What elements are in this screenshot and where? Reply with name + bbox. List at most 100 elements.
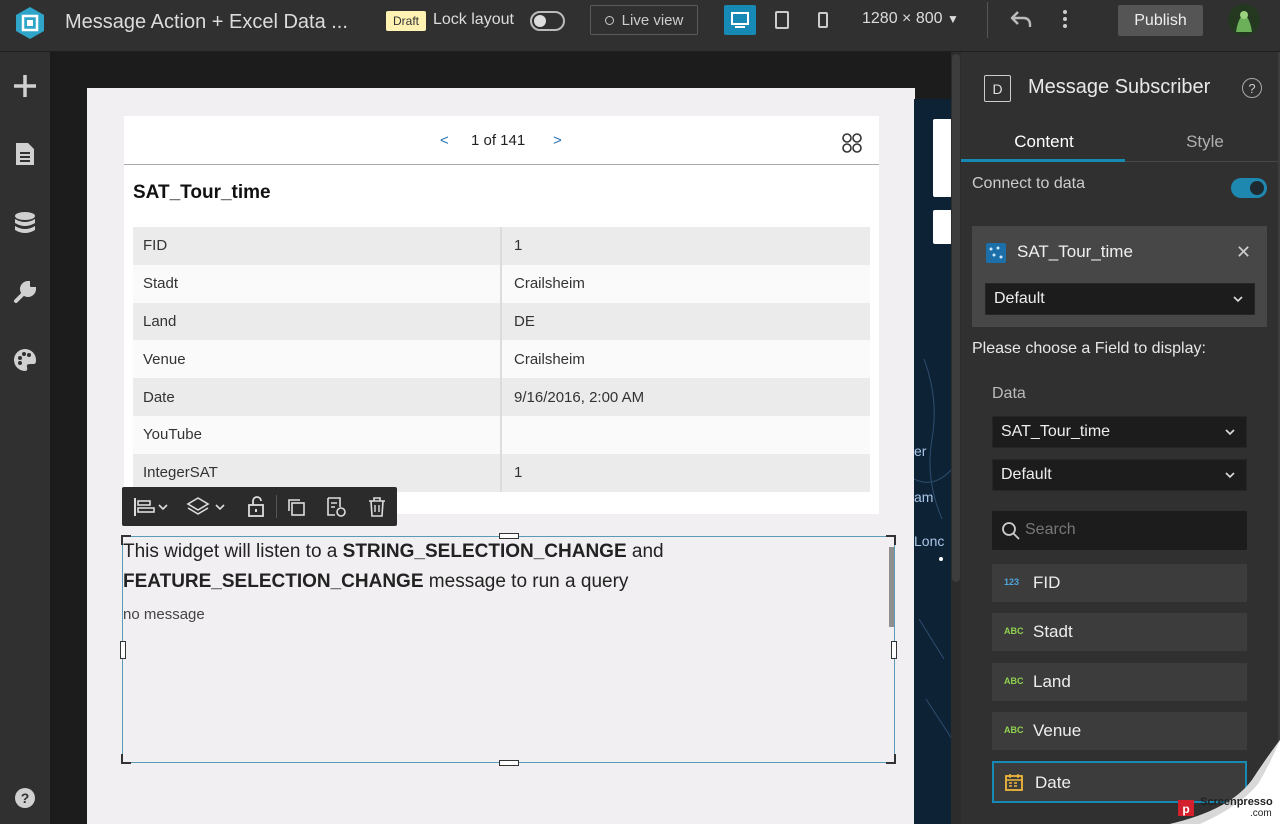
widget-toolbar [122, 487, 397, 526]
map-widget[interactable]: er am Lonc [914, 99, 952, 824]
delete-button[interactable] [366, 495, 388, 519]
live-view-button[interactable]: Live view [590, 5, 698, 35]
save-template-icon [327, 497, 346, 517]
attribute-value: Crailsheim [514, 350, 585, 368]
app-title[interactable]: Message Action + Excel Data ... [65, 11, 348, 34]
add-widget-icon[interactable] [11, 72, 39, 100]
resize-handle[interactable] [121, 754, 131, 764]
table-row: Stadt Crailsheim [133, 264, 870, 303]
publish-button[interactable]: Publish [1118, 5, 1203, 36]
resize-handle[interactable] [886, 754, 896, 764]
duplicate-icon [288, 499, 305, 516]
tab-style[interactable]: Style [1125, 132, 1280, 152]
resolution-select[interactable]: 1280 × 800 ▼ [862, 10, 959, 28]
unlock-button[interactable] [245, 495, 267, 519]
resize-handle[interactable] [121, 535, 131, 545]
message-type-string: STRING_SELECTION_CHANGE [342, 541, 627, 562]
attribute-value: 1 [514, 237, 523, 255]
field-item-land[interactable]: ABC Land [992, 663, 1247, 701]
desktop-view-button[interactable] [724, 5, 756, 35]
app-logo-icon[interactable] [12, 5, 48, 41]
connect-to-data-toggle[interactable] [1231, 178, 1267, 198]
layers-icon [186, 497, 225, 515]
resize-handle[interactable] [891, 641, 897, 659]
tools-icon[interactable] [11, 278, 39, 306]
data-view-select[interactable]: Default [992, 459, 1247, 491]
caret-down-icon: ▼ [946, 12, 959, 26]
select-value: SAT_Tour_time [1001, 423, 1111, 440]
theme-palette-icon[interactable] [11, 346, 39, 374]
map-home-button[interactable] [933, 210, 952, 244]
field-name: Stadt [1033, 622, 1073, 641]
lock-layout-label: Lock layout [433, 11, 514, 28]
trash-icon [369, 497, 385, 517]
resize-handle[interactable] [499, 533, 519, 539]
widget-type-icon: D [984, 75, 1011, 102]
previous-feature-button[interactable]: < [440, 132, 449, 149]
desktop-icon [731, 12, 749, 28]
mobile-icon [818, 12, 828, 28]
feature-info-widget[interactable]: < 1 of 141 > SAT_Tour_time FID 1 Stadt Cra… [124, 116, 879, 514]
user-avatar[interactable] [1228, 4, 1260, 36]
field-name: Venue [1033, 721, 1082, 740]
attribute-value: Crailsheim [514, 275, 585, 293]
resize-handle[interactable] [886, 535, 896, 545]
resize-handle[interactable] [120, 641, 126, 659]
table-row: FID 1 [133, 227, 870, 265]
active-tab-indicator [961, 159, 1125, 162]
tab-content[interactable]: Content [964, 132, 1124, 152]
more-options-icon[interactable] [1058, 8, 1072, 35]
tablet-view-button[interactable] [766, 5, 798, 35]
attribute-table: FID 1 Stadt Crailsheim Land DE Venue Crailsh… [133, 227, 870, 492]
chevron-down-icon [1225, 429, 1235, 436]
resize-handle[interactable] [499, 760, 519, 766]
select-value: Default [1001, 466, 1052, 483]
close-icon[interactable]: ✕ [1236, 242, 1251, 263]
feature-title: SAT_Tour_time [133, 182, 271, 203]
attribute-key: YouTube [133, 415, 502, 454]
lock-layout-toggle[interactable] [530, 11, 565, 31]
scrollbar-thumb[interactable] [952, 54, 960, 582]
attribute-value: 1 [514, 464, 523, 482]
save-template-button[interactable] [325, 495, 347, 519]
align-button[interactable] [132, 495, 170, 519]
field-search-input[interactable]: Search [992, 511, 1247, 550]
next-feature-button[interactable]: > [553, 132, 562, 149]
description-text: and [626, 541, 664, 562]
map-zoom-control[interactable] [933, 119, 952, 197]
map-label: Lonc [914, 533, 945, 549]
svg-text:p: p [1182, 802, 1189, 816]
list-view-icon[interactable] [841, 132, 863, 159]
attribute-key: Land [133, 302, 502, 341]
table-row: Date 9/16/2016, 2:00 AM [133, 378, 870, 416]
help-icon[interactable]: ? [1242, 78, 1262, 98]
string-field-icon: ABC [1004, 676, 1024, 686]
help-icon[interactable]: ? [11, 784, 39, 812]
datasource-name: SAT_Tour_time [1017, 242, 1133, 261]
canvas-scrollbar[interactable] [951, 52, 961, 824]
undo-icon[interactable] [1010, 8, 1032, 35]
field-item-fid[interactable]: 123 FID [992, 564, 1247, 602]
data-label: Data [992, 385, 1026, 402]
message-subscriber-widget[interactable]: This widget will listen to a STRING_SELE… [120, 533, 897, 766]
duplicate-button[interactable] [285, 495, 307, 519]
layers-button[interactable] [186, 495, 228, 519]
string-field-icon: ABC [1004, 725, 1024, 735]
data-source-select[interactable]: SAT_Tour_time [992, 416, 1247, 448]
attribute-key: Date [133, 378, 502, 416]
page-icon[interactable] [11, 140, 39, 168]
date-field-icon [1005, 774, 1023, 791]
data-icon[interactable] [11, 210, 39, 238]
table-row: YouTube [133, 415, 870, 454]
align-left-icon [134, 498, 168, 516]
table-row: Venue Crailsheim [133, 340, 870, 379]
widget-scrollbar[interactable] [889, 547, 894, 627]
attribute-key: Venue [133, 340, 502, 379]
watermark-text: .com [1250, 808, 1272, 819]
datasource-view-select[interactable]: Default [985, 283, 1255, 315]
watermark-text: Screenpresso [1200, 796, 1273, 808]
choose-field-label: Please choose a Field to display: [972, 340, 1206, 357]
mobile-view-button[interactable] [807, 5, 839, 35]
toolbar-divider [987, 2, 988, 38]
field-item-stadt[interactable]: ABC Stadt [992, 613, 1247, 651]
